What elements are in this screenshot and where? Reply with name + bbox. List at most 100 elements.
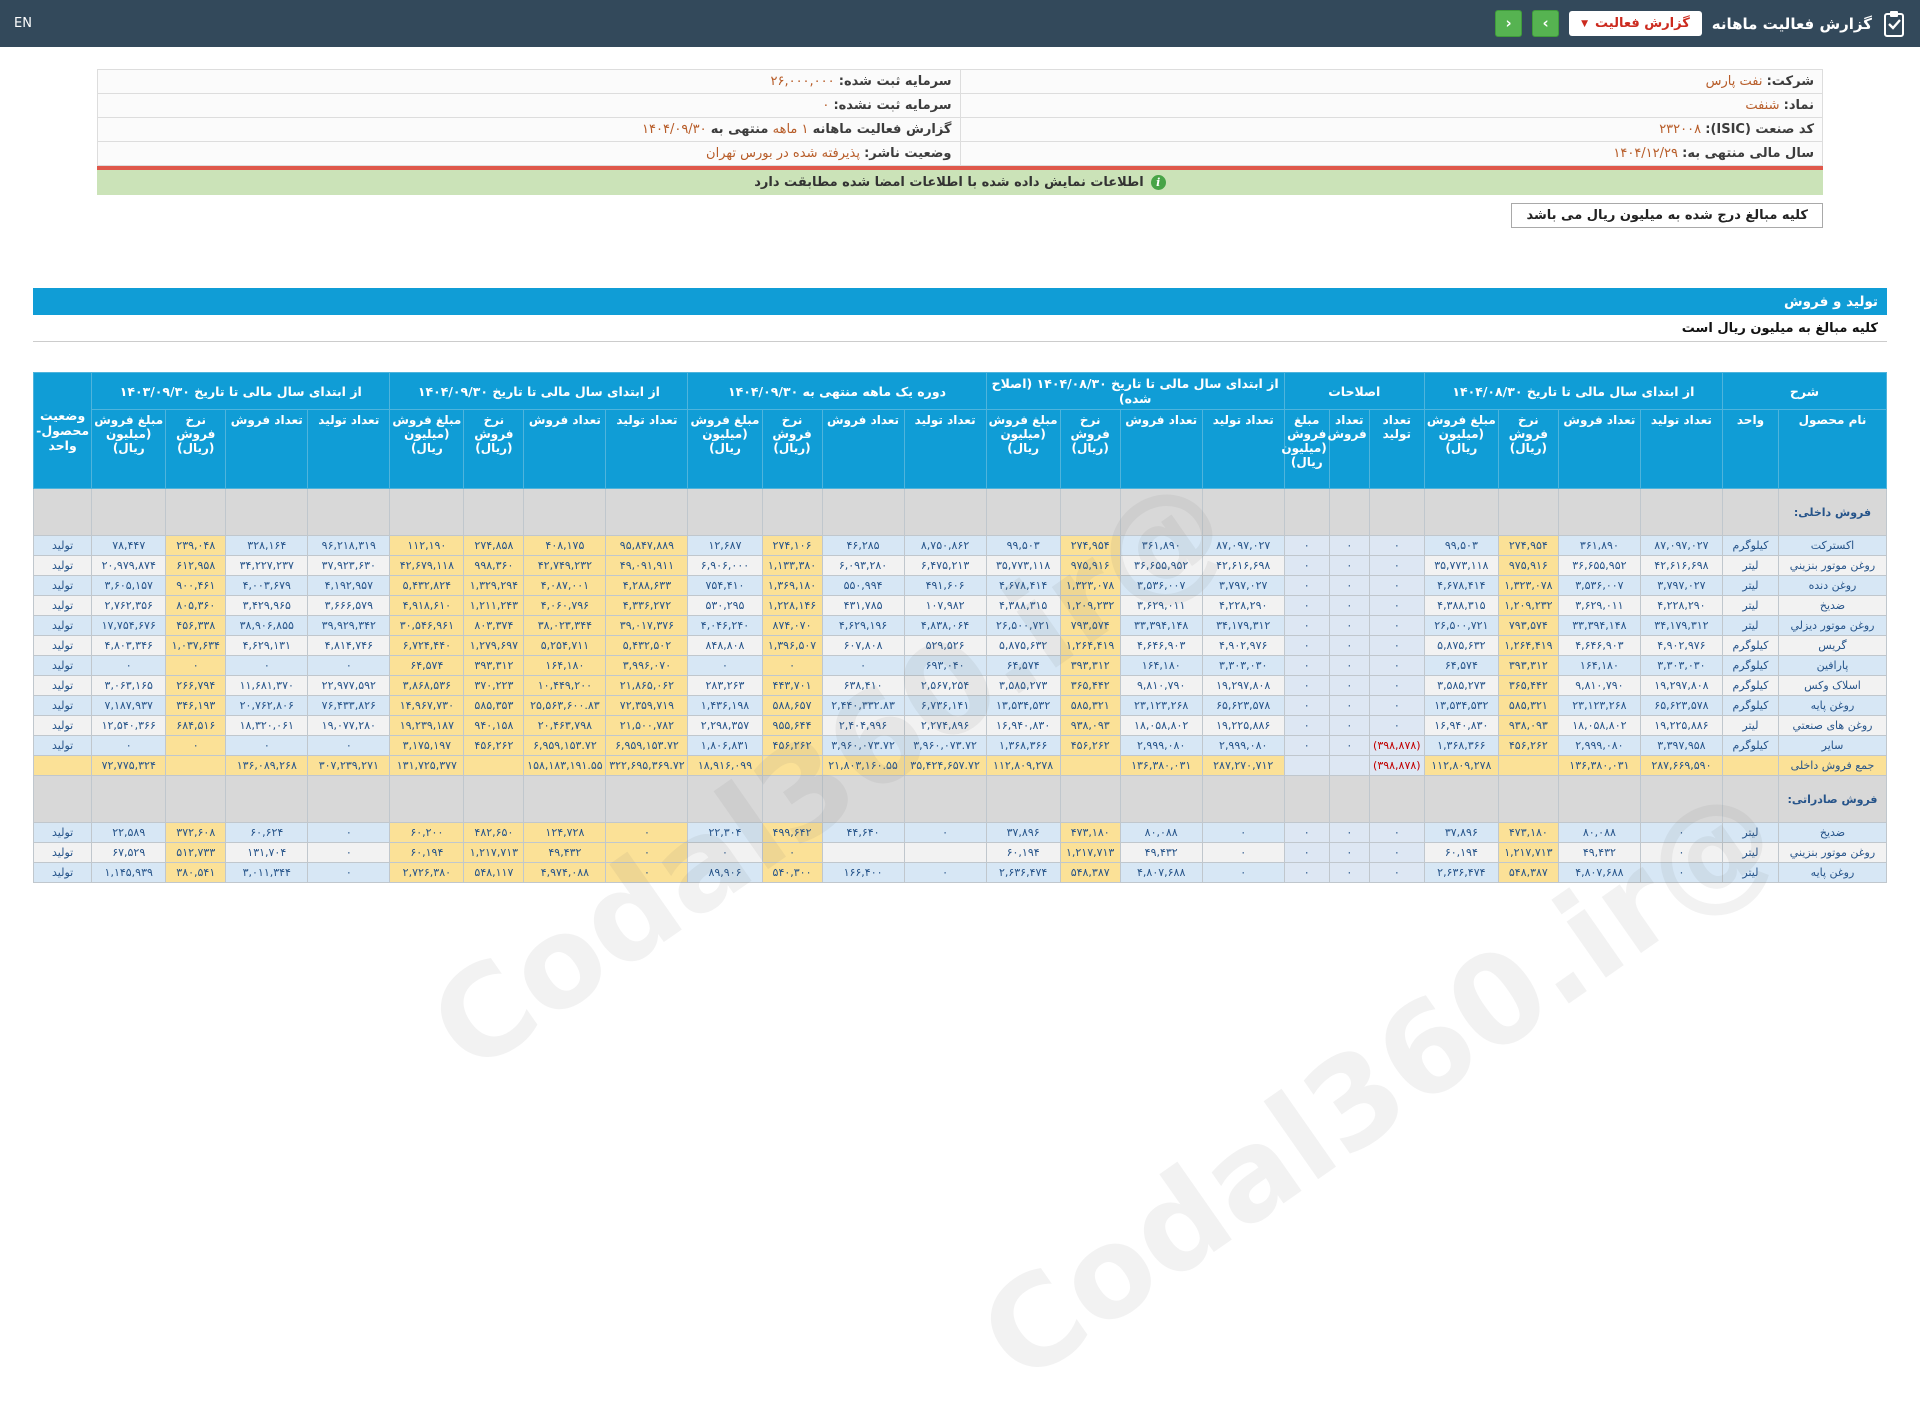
- empty-cell: [762, 489, 822, 536]
- value-cell: ۴۵۶,۲۶۲: [762, 736, 822, 756]
- table-row: اسلاک وکسکیلوگرم۱۹,۲۹۷,۸۰۸۹,۸۱۰,۷۹۰۳۶۵,۴…: [34, 676, 1887, 696]
- column-header: نرخ فروش (ریال): [464, 410, 524, 489]
- production-sales-table: شرحاز ابتدای سال مالی تا تاریخ ۱۴۰۴/۰۸/۳…: [33, 372, 1887, 883]
- empty-cell: [1424, 489, 1498, 536]
- info-icon: i: [1151, 175, 1166, 190]
- value-cell: ۶,۷۲۴,۴۴۰: [390, 636, 464, 656]
- value-cell: ۱۸,۰۵۸,۸۰۲: [1558, 716, 1640, 736]
- value-cell: ۰: [1329, 676, 1369, 696]
- value-cell: ۸۷,۰۹۷,۰۲۷: [1202, 536, 1284, 556]
- next-report-button[interactable]: ›: [1532, 10, 1559, 37]
- column-group-header: از ابتدای سال مالی تا تاریخ ۱۴۰۴/۰۹/۳۰: [390, 373, 688, 410]
- column-header: تعداد تولید: [1202, 410, 1284, 489]
- value-cell: ۰: [92, 736, 166, 756]
- value-cell: ۰: [1329, 556, 1369, 576]
- empty-cell: [390, 776, 464, 823]
- value-cell: ۴۲,۷۴۹,۲۳۲: [524, 556, 606, 576]
- value-cell: ۴۹,۴۳۲: [1120, 843, 1202, 863]
- issuer-status-label: وضعیت ناشر:: [864, 146, 951, 161]
- unit-cell: لیتر: [1722, 843, 1778, 863]
- column-header: نام محصول: [1778, 410, 1886, 489]
- value-cell: ۰: [1369, 843, 1424, 863]
- value-cell: ۲۳,۱۲۳,۲۶۸: [1558, 696, 1640, 716]
- value-cell: ۳۲۸,۱۶۴: [226, 536, 308, 556]
- value-cell: ۷۸,۴۴۷: [92, 536, 166, 556]
- value-cell: ۰: [606, 863, 688, 883]
- language-toggle-en[interactable]: EN: [14, 16, 32, 31]
- empty-cell: [1202, 776, 1284, 823]
- company-info-table: شرکت: نفت پارس سرمایه ثبت شده: ۲۶,۰۰۰,۰۰…: [97, 69, 1823, 166]
- unregistered-capital-label: سرمایه ثبت نشده:: [833, 98, 951, 113]
- value-cell: ۴,۰۶۰,۷۹۶: [524, 596, 606, 616]
- value-cell: ۲۷۴,۹۵۴: [1060, 536, 1120, 556]
- value-cell: ۱۸,۳۲۰,۰۶۱: [226, 716, 308, 736]
- value-cell: ۵۸۵,۳۵۳: [464, 696, 524, 716]
- value-cell: ۳,۸۶۸,۵۳۶: [390, 676, 464, 696]
- column-header: تعداد تولید: [308, 410, 390, 489]
- value-cell: ۹۴۰,۱۵۸: [464, 716, 524, 736]
- value-cell: ۳۹۳,۳۱۲: [464, 656, 524, 676]
- status-cell: تولید: [34, 536, 92, 556]
- value-cell: ۳۴,۱۷۹,۳۱۲: [1640, 616, 1722, 636]
- value-cell: ۹۹,۵۰۳: [1424, 536, 1498, 556]
- value-cell: ۵۵۰,۹۹۴: [822, 576, 904, 596]
- info-row: سال مالی منتهی به: ۱۴۰۴/۱۲/۲۹ وضعیت ناشر…: [98, 142, 1823, 166]
- value-cell: ۶۵,۶۲۳,۵۷۸: [1640, 696, 1722, 716]
- value-cell: ۳۷,۸۹۶: [986, 823, 1060, 843]
- isic-cell: کد صنعت (ISIC): ۲۳۲۰۰۸: [960, 118, 1823, 142]
- unit-cell: لیتر: [1722, 863, 1778, 883]
- empty-cell: [1329, 776, 1369, 823]
- empty-cell: [1558, 776, 1640, 823]
- section-row: فروش داخلی:: [34, 489, 1887, 536]
- value-cell: ۵,۲۵۴,۷۱۱: [524, 636, 606, 656]
- value-cell: ۳۲۲,۶۹۵,۳۶۹.۷۲: [606, 756, 688, 776]
- unit-cell: کیلوگرم: [1722, 536, 1778, 556]
- value-cell: [464, 756, 524, 776]
- value-cell: ۱۹,۲۳۹,۱۸۷: [390, 716, 464, 736]
- value-cell: ۲۳۹,۰۴۸: [166, 536, 226, 556]
- value-cell: ۱۲۴,۷۲۸: [524, 823, 606, 843]
- company-label: شرکت:: [1767, 74, 1814, 89]
- value-cell: ۲۶,۵۰۰,۷۲۱: [1424, 616, 1498, 636]
- value-cell: ۰: [166, 656, 226, 676]
- symbol-label: نماد:: [1784, 98, 1814, 113]
- empty-cell: [464, 489, 524, 536]
- value-cell: ۶۱۲,۹۵۸: [166, 556, 226, 576]
- column-group-header: وضعیت محصول- واحد: [34, 373, 92, 489]
- value-cell: ۷۹۳,۵۷۴: [1060, 616, 1120, 636]
- value-cell: ۸۹,۹۰۶: [688, 863, 762, 883]
- prev-report-button[interactable]: ‹: [1495, 10, 1522, 37]
- empty-cell: [92, 489, 166, 536]
- value-cell: ۱۳۱,۷۰۴: [226, 843, 308, 863]
- value-cell: ۹۹,۵۰۳: [986, 536, 1060, 556]
- value-cell: ۷۹۳,۵۷۴: [1498, 616, 1558, 636]
- empty-cell: [1369, 776, 1424, 823]
- table-row: سایرکیلوگرم۳,۳۹۷,۹۵۸۲,۹۹۹,۰۸۰۴۵۶,۲۶۲۱,۳۶…: [34, 736, 1887, 756]
- value-cell: ۴۲,۶۱۶,۶۹۸: [1640, 556, 1722, 576]
- table-row: گریسکیلوگرم۴,۹۰۲,۹۷۶۴,۶۴۶,۹۰۳۱,۲۶۴,۴۱۹۵,…: [34, 636, 1887, 656]
- unit-cell: کیلوگرم: [1722, 656, 1778, 676]
- value-cell: ۰: [1284, 676, 1329, 696]
- value-cell: ۲۱,۸۰۳,۱۶۰.۵۵: [822, 756, 904, 776]
- value-cell: ۵,۴۳۲,۵۰۲: [606, 636, 688, 656]
- column-group-header: دوره یک ماهه منتهی به ۱۴۰۴/۰۹/۳۰: [688, 373, 986, 410]
- registered-capital-value: ۲۶,۰۰۰,۰۰۰: [771, 74, 835, 89]
- unregistered-capital-value: ۰: [822, 98, 829, 113]
- value-cell: ۰: [1284, 863, 1329, 883]
- column-header: مبلغ فروش (میلیون ریال): [1424, 410, 1498, 489]
- empty-cell: [904, 776, 986, 823]
- report-title-group: گزارش فعالیت ماهانه گزارش فعالیت ▼ › ‹: [1495, 10, 1906, 38]
- value-cell: ۱,۲۱۷,۷۱۳: [464, 843, 524, 863]
- isic-label: کد صنعت (ISIC):: [1705, 122, 1814, 137]
- product-name-cell: ضديخ: [1778, 823, 1886, 843]
- value-cell: ۶,۴۷۵,۲۱۳: [904, 556, 986, 576]
- table-row: پارافینکیلوگرم۳,۳۰۳,۰۳۰۱۶۴,۱۸۰۳۹۳,۳۱۲۶۴,…: [34, 656, 1887, 676]
- value-cell: ۹۵,۸۴۷,۸۸۹: [606, 536, 688, 556]
- report-type-label: گزارش فعالیت: [1595, 16, 1690, 31]
- value-cell: ۴,۹۰۲,۹۷۶: [1202, 636, 1284, 656]
- report-type-dropdown[interactable]: گزارش فعالیت ▼: [1569, 11, 1702, 36]
- table-row: روغن موتور بنزينيلیتر۰۴۹,۴۳۲۱,۲۱۷,۷۱۳۶۰,…: [34, 843, 1887, 863]
- value-cell: ۱,۰۳۷,۶۳۴: [166, 636, 226, 656]
- value-cell: ۳,۵۸۵,۲۷۳: [986, 676, 1060, 696]
- column-group-header: اصلاحات: [1284, 373, 1424, 410]
